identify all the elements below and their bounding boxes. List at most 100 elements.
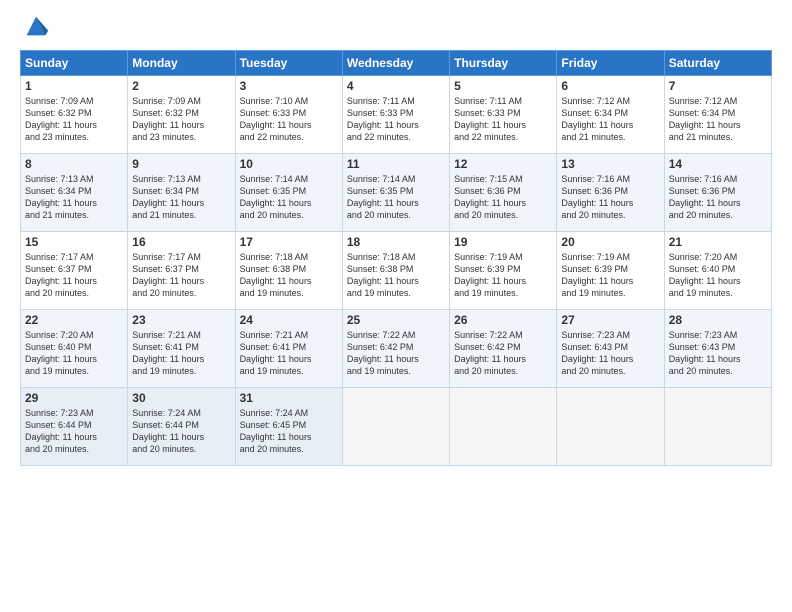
day-info: Sunrise: 7:20 AMSunset: 6:40 PMDaylight:… <box>25 329 123 378</box>
weekday-thursday: Thursday <box>450 51 557 76</box>
day-info: Sunrise: 7:11 AMSunset: 6:33 PMDaylight:… <box>347 95 445 144</box>
day-info: Sunrise: 7:24 AMSunset: 6:44 PMDaylight:… <box>132 407 230 456</box>
day-number: 2 <box>132 79 230 93</box>
day-info: Sunrise: 7:21 AMSunset: 6:41 PMDaylight:… <box>132 329 230 378</box>
day-number: 13 <box>561 157 659 171</box>
calendar-cell: 25 Sunrise: 7:22 AMSunset: 6:42 PMDayligh… <box>342 310 449 388</box>
calendar-cell <box>342 388 449 466</box>
calendar-cell: 17 Sunrise: 7:18 AMSunset: 6:38 PMDayligh… <box>235 232 342 310</box>
day-number: 20 <box>561 235 659 249</box>
calendar-cell: 21 Sunrise: 7:20 AMSunset: 6:40 PMDayligh… <box>664 232 771 310</box>
day-info: Sunrise: 7:19 AMSunset: 6:39 PMDaylight:… <box>561 251 659 300</box>
day-number: 1 <box>25 79 123 93</box>
week-row-2: 8 Sunrise: 7:13 AMSunset: 6:34 PMDaylight… <box>21 154 772 232</box>
day-number: 14 <box>669 157 767 171</box>
page: SundayMondayTuesdayWednesdayThursdayFrid… <box>0 0 792 612</box>
calendar-cell: 30 Sunrise: 7:24 AMSunset: 6:44 PMDayligh… <box>128 388 235 466</box>
day-number: 28 <box>669 313 767 327</box>
day-number: 3 <box>240 79 338 93</box>
week-row-1: 1 Sunrise: 7:09 AMSunset: 6:32 PMDaylight… <box>21 76 772 154</box>
day-number: 17 <box>240 235 338 249</box>
calendar-cell: 19Sunrise: 7:19 AMSunset: 6:39 PMDayligh… <box>450 232 557 310</box>
day-number: 29 <box>25 391 123 405</box>
day-number: 26 <box>454 313 552 327</box>
day-info: Sunrise: 7:24 AMSunset: 6:45 PMDaylight:… <box>240 407 338 456</box>
day-info: Sunrise: 7:16 AMSunset: 6:36 PMDaylight:… <box>561 173 659 222</box>
day-number: 15 <box>25 235 123 249</box>
day-info: Sunrise: 7:22 AMSunset: 6:42 PMDaylight:… <box>347 329 445 378</box>
calendar-cell: 10 Sunrise: 7:14 AMSunset: 6:35 PMDayligh… <box>235 154 342 232</box>
calendar-cell: 31 Sunrise: 7:24 AMSunset: 6:45 PMDayligh… <box>235 388 342 466</box>
day-info: Sunrise: 7:09 AMSunset: 6:32 PMDaylight:… <box>25 95 123 144</box>
day-number: 16 <box>132 235 230 249</box>
logo-icon <box>22 12 50 40</box>
day-number: 25 <box>347 313 445 327</box>
day-info: Sunrise: 7:10 AMSunset: 6:33 PMDaylight:… <box>240 95 338 144</box>
day-number: 12 <box>454 157 552 171</box>
weekday-friday: Friday <box>557 51 664 76</box>
day-info: Sunrise: 7:17 AMSunset: 6:37 PMDaylight:… <box>132 251 230 300</box>
calendar-cell: 24 Sunrise: 7:21 AMSunset: 6:41 PMDayligh… <box>235 310 342 388</box>
day-number: 4 <box>347 79 445 93</box>
day-info: Sunrise: 7:15 AMSunset: 6:36 PMDaylight:… <box>454 173 552 222</box>
calendar-cell: 26 Sunrise: 7:22 AMSunset: 6:42 PMDayligh… <box>450 310 557 388</box>
day-number: 21 <box>669 235 767 249</box>
day-info: Sunrise: 7:19 AMSunset: 6:39 PMDaylight:… <box>454 251 552 300</box>
day-info: Sunrise: 7:18 AMSunset: 6:38 PMDaylight:… <box>347 251 445 300</box>
calendar-cell: 20 Sunrise: 7:19 AMSunset: 6:39 PMDayligh… <box>557 232 664 310</box>
calendar-cell: 6Sunrise: 7:12 AMSunset: 6:34 PMDaylight… <box>557 76 664 154</box>
calendar-cell <box>557 388 664 466</box>
calendar-cell: 1 Sunrise: 7:09 AMSunset: 6:32 PMDaylight… <box>21 76 128 154</box>
day-info: Sunrise: 7:23 AMSunset: 6:43 PMDaylight:… <box>561 329 659 378</box>
calendar-cell: 3 Sunrise: 7:10 AMSunset: 6:33 PMDaylight… <box>235 76 342 154</box>
calendar-cell: 12 Sunrise: 7:15 AMSunset: 6:36 PMDayligh… <box>450 154 557 232</box>
calendar-cell: 29 Sunrise: 7:23 AMSunset: 6:44 PMDayligh… <box>21 388 128 466</box>
day-info: Sunrise: 7:18 AMSunset: 6:38 PMDaylight:… <box>240 251 338 300</box>
day-number: 18 <box>347 235 445 249</box>
day-info: Sunrise: 7:12 AMSunset: 6:34 PMDaylight:… <box>669 95 767 144</box>
weekday-saturday: Saturday <box>664 51 771 76</box>
header <box>20 16 772 40</box>
day-info: Sunrise: 7:20 AMSunset: 6:40 PMDaylight:… <box>669 251 767 300</box>
day-number: 8 <box>25 157 123 171</box>
day-number: 5 <box>454 79 552 93</box>
calendar-cell: 2 Sunrise: 7:09 AMSunset: 6:32 PMDaylight… <box>128 76 235 154</box>
day-number: 6 <box>561 79 659 93</box>
day-number: 30 <box>132 391 230 405</box>
day-info: Sunrise: 7:13 AMSunset: 6:34 PMDaylight:… <box>25 173 123 222</box>
day-number: 24 <box>240 313 338 327</box>
day-info: Sunrise: 7:09 AMSunset: 6:32 PMDaylight:… <box>132 95 230 144</box>
day-number: 11 <box>347 157 445 171</box>
day-info: Sunrise: 7:23 AMSunset: 6:44 PMDaylight:… <box>25 407 123 456</box>
calendar-table: SundayMondayTuesdayWednesdayThursdayFrid… <box>20 50 772 466</box>
day-info: Sunrise: 7:11 AMSunset: 6:33 PMDaylight:… <box>454 95 552 144</box>
calendar-cell: 8 Sunrise: 7:13 AMSunset: 6:34 PMDaylight… <box>21 154 128 232</box>
calendar-cell: 22Sunrise: 7:20 AMSunset: 6:40 PMDayligh… <box>21 310 128 388</box>
calendar-cell: 16 Sunrise: 7:17 AMSunset: 6:37 PMDayligh… <box>128 232 235 310</box>
day-info: Sunrise: 7:14 AMSunset: 6:35 PMDaylight:… <box>240 173 338 222</box>
week-row-5: 29 Sunrise: 7:23 AMSunset: 6:44 PMDayligh… <box>21 388 772 466</box>
day-info: Sunrise: 7:23 AMSunset: 6:43 PMDaylight:… <box>669 329 767 378</box>
weekday-sunday: Sunday <box>21 51 128 76</box>
day-number: 27 <box>561 313 659 327</box>
weekday-wednesday: Wednesday <box>342 51 449 76</box>
calendar-cell <box>450 388 557 466</box>
day-info: Sunrise: 7:14 AMSunset: 6:35 PMDaylight:… <box>347 173 445 222</box>
day-info: Sunrise: 7:16 AMSunset: 6:36 PMDaylight:… <box>669 173 767 222</box>
weekday-header-row: SundayMondayTuesdayWednesdayThursdayFrid… <box>21 51 772 76</box>
day-info: Sunrise: 7:21 AMSunset: 6:41 PMDaylight:… <box>240 329 338 378</box>
calendar-cell: 15 Sunrise: 7:17 AMSunset: 6:37 PMDayligh… <box>21 232 128 310</box>
day-number: 7 <box>669 79 767 93</box>
calendar-cell: 14 Sunrise: 7:16 AMSunset: 6:36 PMDayligh… <box>664 154 771 232</box>
calendar-cell: 28 Sunrise: 7:23 AMSunset: 6:43 PMDayligh… <box>664 310 771 388</box>
calendar-cell: 4 Sunrise: 7:11 AMSunset: 6:33 PMDaylight… <box>342 76 449 154</box>
calendar-cell: 18 Sunrise: 7:18 AMSunset: 6:38 PMDayligh… <box>342 232 449 310</box>
weekday-tuesday: Tuesday <box>235 51 342 76</box>
week-row-4: 22Sunrise: 7:20 AMSunset: 6:40 PMDayligh… <box>21 310 772 388</box>
day-info: Sunrise: 7:22 AMSunset: 6:42 PMDaylight:… <box>454 329 552 378</box>
day-number: 31 <box>240 391 338 405</box>
calendar-cell: 27 Sunrise: 7:23 AMSunset: 6:43 PMDayligh… <box>557 310 664 388</box>
logo <box>20 16 50 40</box>
day-number: 10 <box>240 157 338 171</box>
day-info: Sunrise: 7:17 AMSunset: 6:37 PMDaylight:… <box>25 251 123 300</box>
